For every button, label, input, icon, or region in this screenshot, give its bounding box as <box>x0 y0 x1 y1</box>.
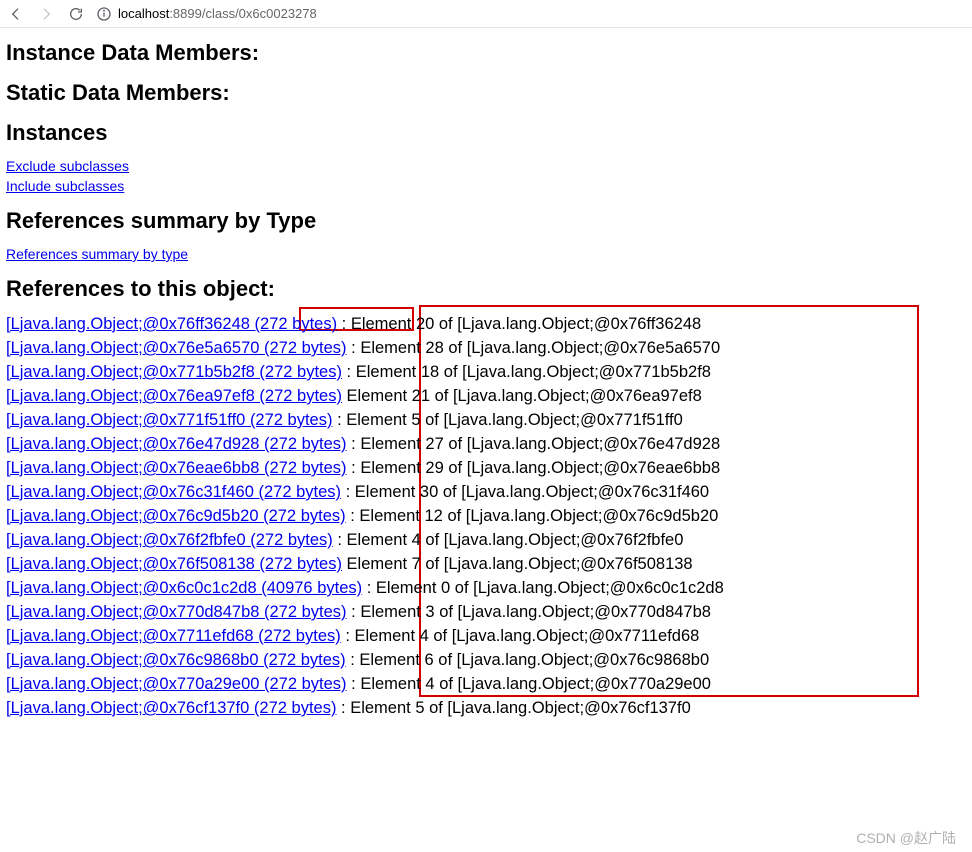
reference-link[interactable]: [Ljava.lang.Object;@0x7711efd68 (272 byt… <box>6 627 341 645</box>
heading-ref-summary-type: References summary by Type <box>6 208 966 234</box>
reference-description: : Element 5 of [Ljava.lang.Object;@0x76c… <box>336 699 690 717</box>
reference-row: [Ljava.lang.Object;@0x76e47d928 (272 byt… <box>6 432 966 456</box>
heading-static-data: Static Data Members: <box>6 80 966 106</box>
reload-icon[interactable] <box>68 6 84 22</box>
reference-link[interactable]: [Ljava.lang.Object;@0x6c0c1c2d8 (40976 b… <box>6 579 362 597</box>
references-list: [Ljava.lang.Object;@0x76ff36248 (272 byt… <box>6 312 966 720</box>
reference-row: [Ljava.lang.Object;@0x76c9868b0 (272 byt… <box>6 648 966 672</box>
reference-row: [Ljava.lang.Object;@0x76eae6bb8 (272 byt… <box>6 456 966 480</box>
reference-description: Element 21 of [Ljava.lang.Object;@0x76ea… <box>342 387 702 405</box>
reference-description: : Element 18 of [Ljava.lang.Object;@0x77… <box>342 363 711 381</box>
reference-description: : Element 4 of [Ljava.lang.Object;@0x771… <box>341 627 700 645</box>
link-ref-summary[interactable]: References summary by type <box>6 246 188 262</box>
reference-link[interactable]: [Ljava.lang.Object;@0x76ea97ef8 (272 byt… <box>6 387 342 405</box>
reference-row: [Ljava.lang.Object;@0x771f51ff0 (272 byt… <box>6 408 966 432</box>
reference-description: : Element 20 of [Ljava.lang.Object;@0x76… <box>337 315 701 333</box>
reference-link[interactable]: [Ljava.lang.Object;@0x76e47d928 (272 byt… <box>6 435 347 453</box>
reference-link[interactable]: [Ljava.lang.Object;@0x76f508138 (272 byt… <box>6 555 342 573</box>
reference-row: [Ljava.lang.Object;@0x771b5b2f8 (272 byt… <box>6 360 966 384</box>
reference-link[interactable]: [Ljava.lang.Object;@0x771b5b2f8 (272 byt… <box>6 363 342 381</box>
reference-description: : Element 28 of [Ljava.lang.Object;@0x76… <box>347 339 721 357</box>
reference-description: : Element 12 of [Ljava.lang.Object;@0x76… <box>346 507 719 525</box>
reference-link[interactable]: [Ljava.lang.Object;@0x771f51ff0 (272 byt… <box>6 411 332 429</box>
reference-link[interactable]: [Ljava.lang.Object;@0x76f2fbfe0 (272 byt… <box>6 531 333 549</box>
reference-link[interactable]: [Ljava.lang.Object;@0x76c31f460 (272 byt… <box>6 483 341 501</box>
reference-link[interactable]: [Ljava.lang.Object;@0x76cf137f0 (272 byt… <box>6 699 336 717</box>
url-path: :8899/class/0x6c0023278 <box>169 6 316 21</box>
reference-link[interactable]: [Ljava.lang.Object;@0x770a29e00 (272 byt… <box>6 675 347 693</box>
reference-row: [Ljava.lang.Object;@0x76ea97ef8 (272 byt… <box>6 384 966 408</box>
reference-description: : Element 30 of [Ljava.lang.Object;@0x76… <box>341 483 709 501</box>
reference-row: [Ljava.lang.Object;@0x7711efd68 (272 byt… <box>6 624 966 648</box>
address-bar[interactable]: localhost:8899/class/0x6c0023278 <box>96 6 964 22</box>
link-include-subclasses[interactable]: Include subclasses <box>6 178 124 194</box>
reference-description: : Element 29 of [Ljava.lang.Object;@0x76… <box>347 459 721 477</box>
browser-toolbar: localhost:8899/class/0x6c0023278 <box>0 0 972 28</box>
reference-row: [Ljava.lang.Object;@0x76ff36248 (272 byt… <box>6 312 966 336</box>
reference-row: [Ljava.lang.Object;@0x76f508138 (272 byt… <box>6 552 966 576</box>
forward-icon[interactable] <box>38 6 54 22</box>
reference-link[interactable]: [Ljava.lang.Object;@0x76c9868b0 (272 byt… <box>6 651 346 669</box>
reference-description: : Element 5 of [Ljava.lang.Object;@0x771… <box>332 411 682 429</box>
reference-row: [Ljava.lang.Object;@0x770a29e00 (272 byt… <box>6 672 966 696</box>
nav-buttons <box>8 6 84 22</box>
link-exclude-subclasses[interactable]: Exclude subclasses <box>6 158 129 174</box>
url-text: localhost:8899/class/0x6c0023278 <box>118 6 317 21</box>
reference-row: [Ljava.lang.Object;@0x76cf137f0 (272 byt… <box>6 696 966 720</box>
heading-instance-data: Instance Data Members: <box>6 40 966 66</box>
reference-description: : Element 0 of [Ljava.lang.Object;@0x6c0… <box>362 579 724 597</box>
reference-description: : Element 6 of [Ljava.lang.Object;@0x76c… <box>346 651 709 669</box>
reference-link[interactable]: [Ljava.lang.Object;@0x76ff36248 (272 byt… <box>6 315 337 333</box>
reference-description: Element 7 of [Ljava.lang.Object;@0x76f50… <box>342 555 693 573</box>
heading-instances: Instances <box>6 120 966 146</box>
reference-row: [Ljava.lang.Object;@0x76c9d5b20 (272 byt… <box>6 504 966 528</box>
reference-link[interactable]: [Ljava.lang.Object;@0x76eae6bb8 (272 byt… <box>6 459 347 477</box>
reference-link[interactable]: [Ljava.lang.Object;@0x76c9d5b20 (272 byt… <box>6 507 346 525</box>
reference-row: [Ljava.lang.Object;@0x76c31f460 (272 byt… <box>6 480 966 504</box>
reference-description: : Element 4 of [Ljava.lang.Object;@0x770… <box>347 675 711 693</box>
reference-row: [Ljava.lang.Object;@0x76f2fbfe0 (272 byt… <box>6 528 966 552</box>
info-icon[interactable] <box>96 6 112 22</box>
page-content: Instance Data Members: Static Data Membe… <box>0 28 972 720</box>
reference-description: : Element 27 of [Ljava.lang.Object;@0x76… <box>347 435 721 453</box>
reference-description: : Element 3 of [Ljava.lang.Object;@0x770… <box>347 603 711 621</box>
reference-row: [Ljava.lang.Object;@0x76e5a6570 (272 byt… <box>6 336 966 360</box>
reference-link[interactable]: [Ljava.lang.Object;@0x770d847b8 (272 byt… <box>6 603 347 621</box>
url-host: localhost <box>118 6 169 21</box>
reference-description: : Element 4 of [Ljava.lang.Object;@0x76f… <box>333 531 684 549</box>
reference-row: [Ljava.lang.Object;@0x6c0c1c2d8 (40976 b… <box>6 576 966 600</box>
back-icon[interactable] <box>8 6 24 22</box>
heading-ref-to-object: References to this object: <box>6 276 966 302</box>
reference-link[interactable]: [Ljava.lang.Object;@0x76e5a6570 (272 byt… <box>6 339 347 357</box>
watermark: CSDN @赵广陆 <box>856 828 956 848</box>
reference-row: [Ljava.lang.Object;@0x770d847b8 (272 byt… <box>6 600 966 624</box>
